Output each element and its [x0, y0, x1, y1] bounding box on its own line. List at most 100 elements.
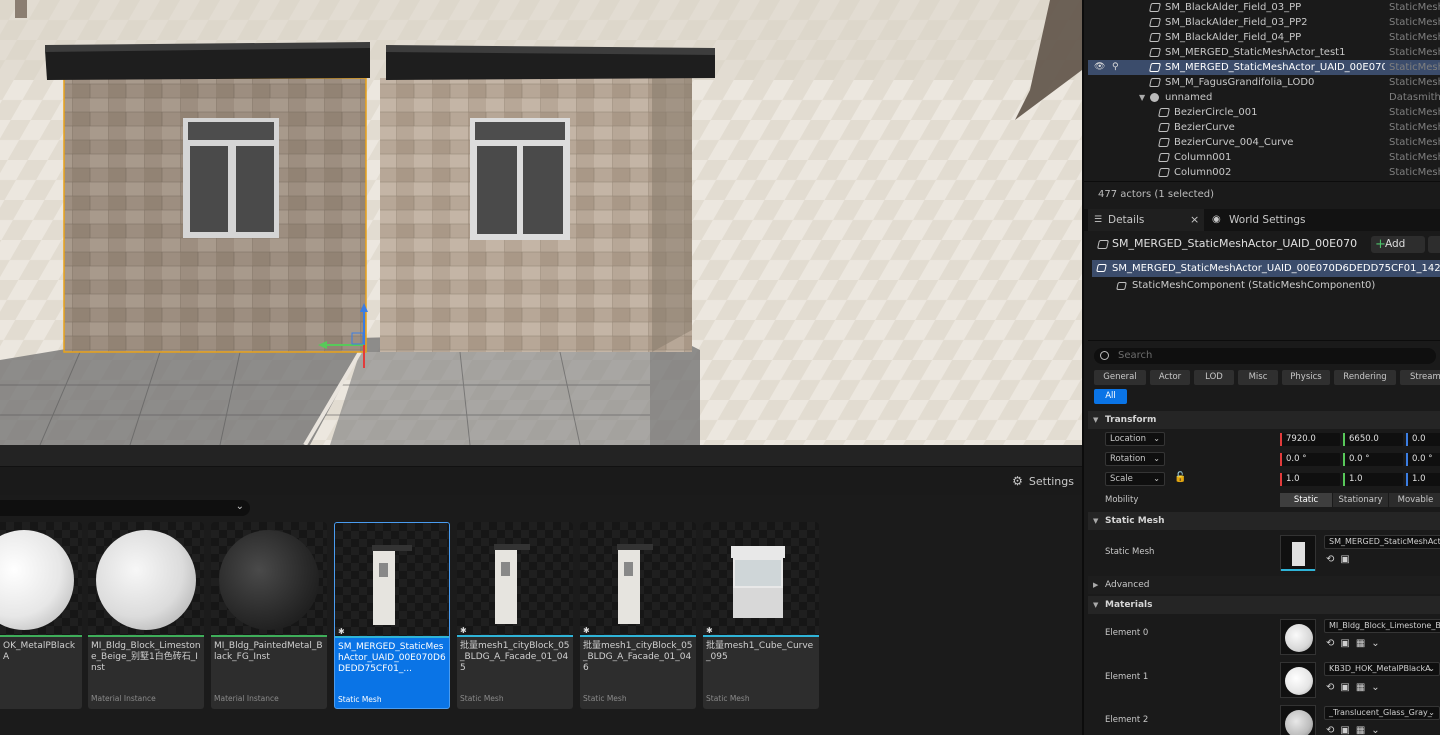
material-asset-picker[interactable]: KB3D_HOK_MetalPBlackA ⌄: [1324, 662, 1440, 676]
field-value: 1.0: [1349, 474, 1363, 484]
filter-all[interactable]: All: [1094, 389, 1127, 404]
material-thumbnail[interactable]: [1280, 662, 1316, 698]
chevron-down-icon[interactable]: ⌄: [1371, 725, 1385, 735]
section-title: Transform: [1105, 415, 1157, 425]
texture-icon[interactable]: ▦: [1356, 725, 1371, 735]
rotation-dropdown[interactable]: Rotation ⌄: [1105, 452, 1165, 466]
scene-render: [0, 0, 1082, 445]
outliner-row[interactable]: BezierCircle_001 StaticMesh/: [1084, 105, 1440, 120]
static-mesh-asset-picker[interactable]: SM_MERGED_StaticMeshActor_: [1324, 535, 1440, 549]
asset-thumbnail: [703, 522, 819, 635]
asset-tile[interactable]: MI_Bldg_Block_Limestone_Beige_别墅1白色砖石_In…: [88, 522, 204, 709]
use-selected-icon[interactable]: ⟲: [1326, 725, 1340, 735]
outliner-row[interactable]: BezierCurve StaticMesh/: [1084, 120, 1440, 135]
asset-tile[interactable]: OK_MetalPBlackA: [0, 522, 82, 709]
material-element-label: Element 1: [1105, 672, 1149, 682]
add-component-button[interactable]: + Add: [1371, 236, 1425, 253]
location-y-field[interactable]: 6650.0: [1343, 433, 1403, 446]
outliner-row[interactable]: SM_BlackAlder_Field_04_PP StaticMesh/: [1084, 30, 1440, 45]
outliner-row[interactable]: SM_M_FagusGrandifolia_LOD0 StaticMesh/: [1084, 75, 1440, 90]
static-mesh-icon: [1158, 138, 1170, 147]
chevron-down-icon[interactable]: ⌄: [1371, 682, 1385, 693]
rotation-y-field[interactable]: 0.0 °: [1343, 453, 1403, 466]
outliner-row-selected[interactable]: 👁 ⚲ SM_MERGED_StaticMeshActor_UAID_00E070D…: [1088, 60, 1440, 75]
outliner-row[interactable]: Column002 StaticMesh/: [1084, 165, 1440, 180]
blueprint-button[interactable]: [1428, 236, 1440, 253]
rotation-z-field[interactable]: 0.0 °: [1406, 453, 1440, 466]
actor-count: 477 actors (1 selected): [1098, 189, 1214, 200]
details-search-input[interactable]: Search: [1094, 348, 1436, 364]
materials-section-header[interactable]: ▼ Materials: [1088, 596, 1440, 614]
asset-tile[interactable]: ✱ 批量mesh1_Cube_Curve_095 Static Mesh: [703, 522, 819, 709]
static-mesh-section-header[interactable]: ▼ Static Mesh: [1088, 512, 1440, 530]
tab-details-label: Details: [1108, 214, 1145, 226]
location-x-field[interactable]: 7920.0: [1280, 433, 1340, 446]
outliner-row[interactable]: BezierCurve_004_Curve StaticMesh/: [1084, 135, 1440, 150]
filter-general[interactable]: General: [1094, 370, 1146, 385]
use-selected-icon[interactable]: ⟲: [1326, 638, 1340, 649]
filter-misc[interactable]: Misc: [1238, 370, 1278, 385]
asset-tile-selected[interactable]: ✱ SM_MERGED_StaticMeshActor_UAID_00E070D…: [334, 522, 450, 709]
chevron-down-icon[interactable]: ⌄: [1371, 638, 1385, 649]
filter-lod[interactable]: LOD: [1194, 370, 1234, 385]
mobility-label: Mobility: [1105, 495, 1139, 505]
tab-world-settings[interactable]: ◉ World Settings: [1212, 209, 1332, 231]
actor-type: StaticMesh/: [1389, 122, 1440, 133]
scale-dropdown[interactable]: Scale ⌄: [1105, 472, 1165, 486]
static-mesh-thumbnail[interactable]: [1280, 535, 1316, 571]
component-row-selected[interactable]: SM_MERGED_StaticMeshActor_UAID_00E070D6D…: [1092, 260, 1440, 277]
advanced-section-header[interactable]: ▶ Advanced: [1088, 576, 1440, 594]
scale-y-field[interactable]: 1.0: [1343, 473, 1403, 486]
scale-z-field[interactable]: 1.0: [1406, 473, 1440, 486]
settings-label: Settings: [1028, 474, 1074, 488]
rotation-x-field[interactable]: 0.0 °: [1280, 453, 1340, 466]
outliner-row[interactable]: SM_MERGED_StaticMeshActor_test1 StaticMes…: [1084, 45, 1440, 60]
asset-tile[interactable]: ✱ 批量mesh1_cityBlock_05_BLDG_A_Facade_01_…: [580, 522, 696, 709]
texture-icon[interactable]: ▦: [1356, 638, 1371, 649]
lock-icon[interactable]: 🔓: [1174, 472, 1186, 483]
mobility-stationary[interactable]: Stationary: [1333, 493, 1388, 507]
material-asset-picker[interactable]: _Translucent_Glass_Gray_ ⌄: [1324, 706, 1440, 720]
location-z-field[interactable]: 0.0: [1406, 433, 1440, 446]
close-icon[interactable]: ×: [1190, 209, 1199, 231]
use-selected-icon[interactable]: ⟲: [1326, 682, 1340, 693]
path-dropdown[interactable]: ⌄: [0, 500, 250, 516]
actor-name: BezierCircle_001: [1174, 107, 1258, 118]
outliner-row[interactable]: SM_BlackAlder_Field_03_PP StaticMesh/: [1084, 0, 1440, 15]
use-selected-icon[interactable]: ⟲: [1326, 554, 1340, 565]
section-title: Advanced: [1105, 580, 1150, 590]
search-icon: [1100, 351, 1109, 360]
star-icon: ✱: [338, 627, 345, 636]
field-value: 0.0 °: [1412, 454, 1433, 464]
browse-folder-icon[interactable]: ▣: [1340, 554, 1355, 565]
mobility-movable[interactable]: Movable: [1389, 493, 1440, 507]
outliner-row[interactable]: SM_BlackAlder_Field_03_PP2 StaticMesh/: [1084, 15, 1440, 30]
browse-folder-icon[interactable]: ▣: [1340, 682, 1355, 693]
level-viewport[interactable]: [0, 0, 1082, 445]
filter-actor[interactable]: Actor: [1150, 370, 1190, 385]
asset-tile[interactable]: ✱ 批量mesh1_cityBlock_05_BLDG_A_Facade_01_…: [457, 522, 573, 709]
filter-streaming[interactable]: Streamin: [1400, 370, 1440, 385]
outliner-row[interactable]: Column001 StaticMesh/: [1084, 150, 1440, 165]
right-panel: SM_BlackAlder_Field_03_PP StaticMesh/ SM_…: [1082, 0, 1440, 735]
transform-section-header[interactable]: ▼ Transform: [1088, 411, 1440, 429]
outliner-row[interactable]: ▼ unnamed DatasmithS: [1084, 90, 1440, 105]
browse-folder-icon[interactable]: ▣: [1340, 638, 1355, 649]
filter-rendering[interactable]: Rendering: [1334, 370, 1396, 385]
component-row[interactable]: StaticMeshComponent (StaticMeshComponent…: [1132, 280, 1375, 291]
expand-arrow-icon[interactable]: ▼: [1139, 90, 1145, 105]
browse-folder-icon[interactable]: ▣: [1340, 725, 1355, 735]
texture-icon[interactable]: ▦: [1356, 682, 1371, 693]
scale-x-field[interactable]: 1.0: [1280, 473, 1340, 486]
eye-icon[interactable]: 👁: [1094, 60, 1105, 75]
pin-icon[interactable]: ⚲: [1112, 60, 1119, 75]
mobility-static[interactable]: Static: [1280, 493, 1332, 507]
location-dropdown[interactable]: Location ⌄: [1105, 432, 1165, 446]
material-asset-picker[interactable]: MI_Bldg_Block_Limestone_Beige: [1324, 619, 1440, 633]
tab-details[interactable]: ☰ Details ×: [1088, 209, 1204, 231]
material-thumbnail[interactable]: [1280, 619, 1316, 655]
settings-button[interactable]: ⚙ Settings: [1012, 474, 1074, 488]
filter-physics[interactable]: Physics: [1282, 370, 1330, 385]
material-thumbnail[interactable]: [1280, 705, 1316, 735]
asset-tile[interactable]: MI_Bldg_PaintedMetal_Black_FG_Inst Mater…: [211, 522, 327, 709]
